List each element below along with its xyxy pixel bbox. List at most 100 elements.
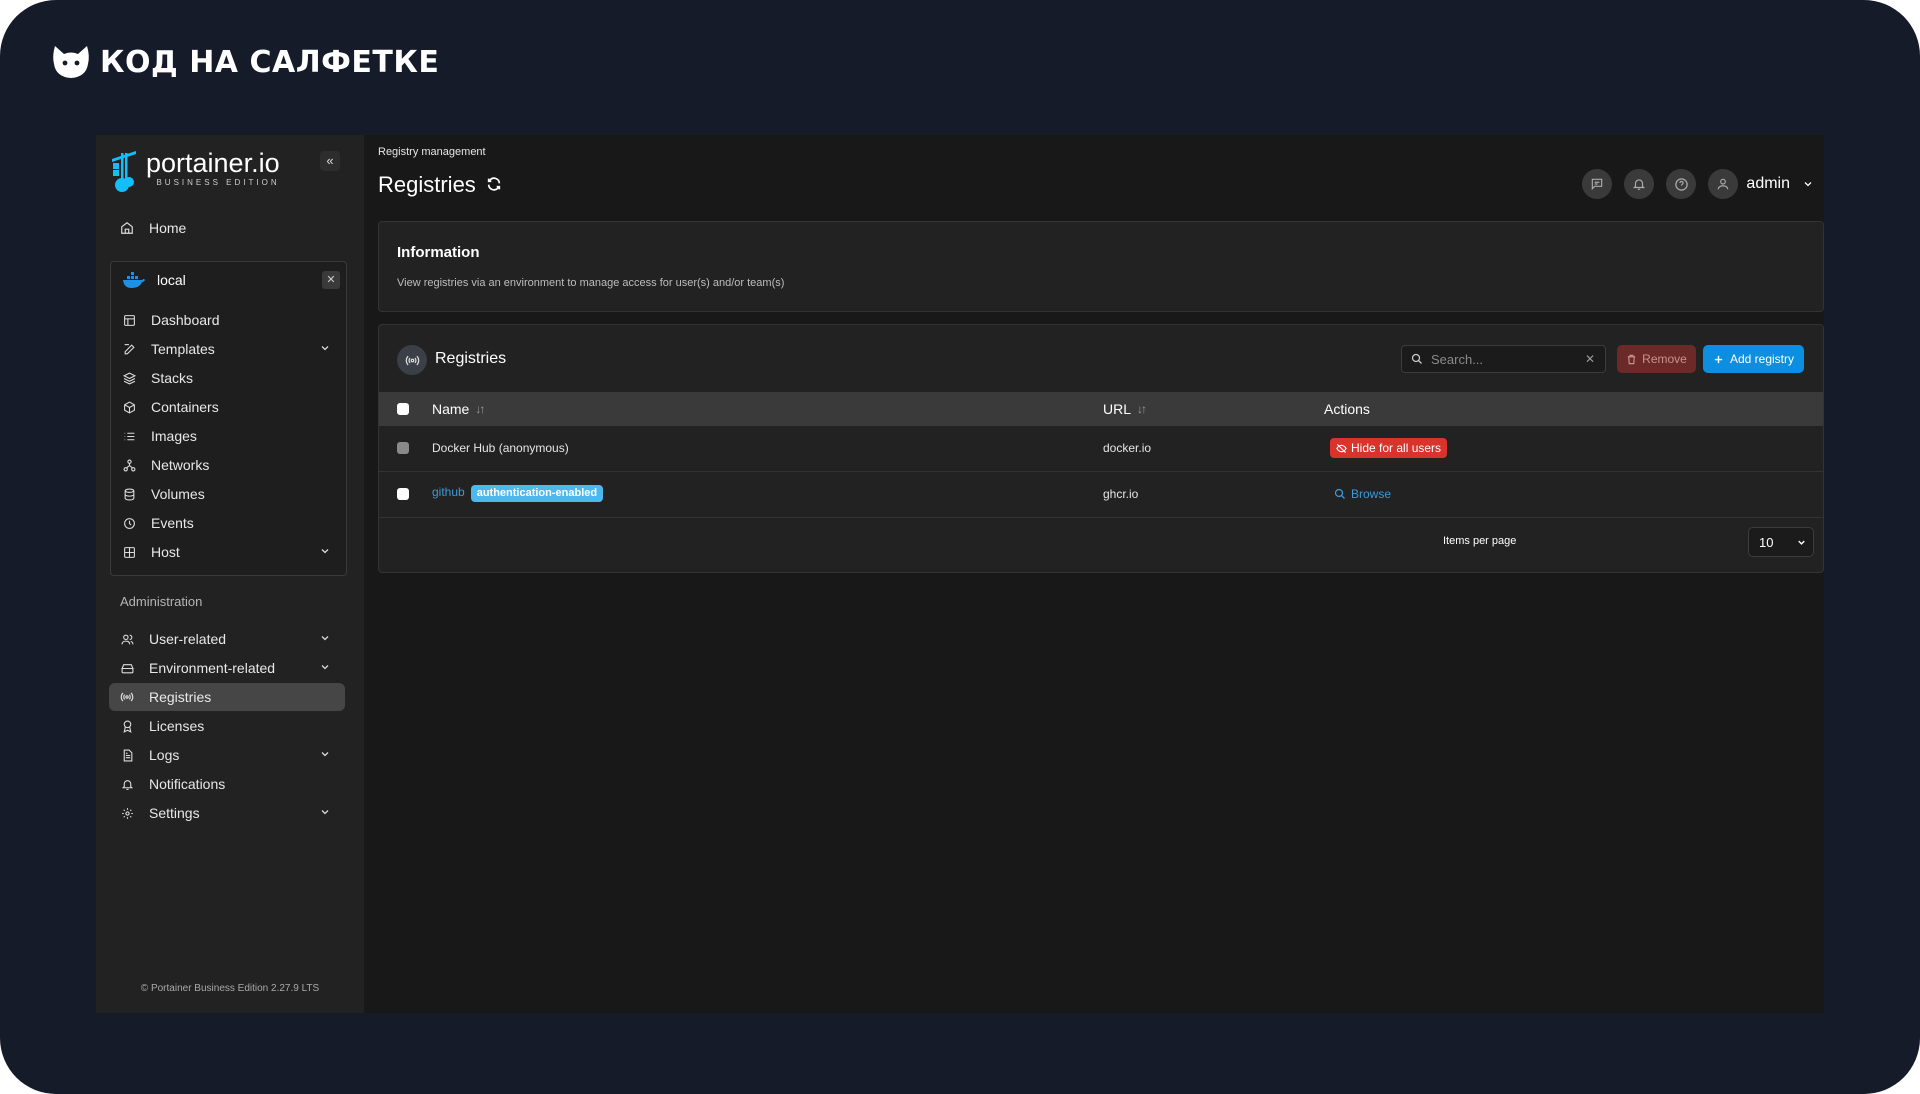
sidebar-item-label: Volumes [151, 486, 205, 502]
column-label: Actions [1324, 401, 1370, 417]
radio-icon [119, 689, 135, 705]
sidebar-item-label: Events [151, 515, 194, 531]
add-registry-button[interactable]: Add registry [1703, 345, 1804, 373]
sidebar-item-logs[interactable]: Logs [109, 741, 345, 769]
dashboard-icon [121, 312, 137, 328]
information-text: View registries via an environment to ma… [397, 277, 785, 289]
sidebar-item-dashboard[interactable]: Dashboard [111, 306, 345, 334]
sidebar-item-label: User-related [149, 631, 227, 647]
environment-panel: local ✕ Dashboard Templates Stacks Conta… [110, 261, 347, 576]
hide-for-all-users-button[interactable]: Hide for all users [1330, 438, 1448, 458]
chevron-down-icon [1798, 540, 1805, 545]
column-header-name[interactable]: Name ↓↑ [432, 401, 485, 417]
chevron-down-icon [319, 660, 331, 676]
breadcrumb[interactable]: Registry management [378, 146, 486, 158]
sidebar-item-templates[interactable]: Templates [111, 335, 345, 363]
collapse-sidebar-button[interactable]: « [320, 151, 340, 171]
network-icon [121, 457, 137, 473]
brand-watermark: КОД НА САЛФЕТКЕ [52, 44, 439, 80]
chevron-down-icon [319, 747, 331, 763]
help-circle-icon [1675, 177, 1688, 191]
items-per-page-value: 10 [1759, 534, 1774, 550]
app-window: portainer.io BUSINESS EDITION « Home loc… [96, 135, 1824, 1013]
browse-label: Browse [1351, 487, 1392, 501]
select-all-checkbox[interactable] [397, 403, 409, 415]
items-per-page-select[interactable]: 10 [1748, 527, 1814, 557]
portainer-logo[interactable]: portainer.io BUSINESS EDITION [110, 149, 280, 193]
trash-icon [1627, 354, 1636, 364]
close-environment-button[interactable]: ✕ [322, 271, 340, 289]
box-icon [121, 399, 137, 415]
column-header-actions: Actions [1324, 401, 1370, 417]
row-checkbox[interactable] [397, 488, 409, 500]
sidebar-item-label: Notifications [149, 776, 226, 792]
sidebar-item-volumes[interactable]: Volumes [111, 480, 345, 508]
registries-header-icon [397, 345, 427, 375]
sidebar: portainer.io BUSINESS EDITION « Home loc… [96, 135, 364, 1013]
chevron-down-icon[interactable] [1802, 178, 1814, 190]
sidebar-item-licenses[interactable]: Licenses [109, 712, 345, 740]
search-input[interactable] [1429, 350, 1583, 368]
version-footer: © Portainer Business Edition 2.27.9 LTS [140, 983, 320, 994]
registry-name-link[interactable]: github [432, 485, 465, 499]
edit-icon [121, 341, 137, 357]
logo-subtitle: BUSINESS EDITION [156, 178, 280, 187]
sidebar-item-host[interactable]: Host [111, 538, 345, 566]
help-button[interactable] [1666, 169, 1697, 199]
sidebar-item-label: Settings [149, 805, 200, 821]
sidebar-item-label: Logs [149, 747, 180, 763]
hard-drive-icon [119, 660, 135, 676]
sidebar-item-containers[interactable]: Containers [111, 393, 345, 421]
list-icon [121, 428, 137, 444]
information-panel: Information View registries via an envir… [378, 221, 1824, 312]
eye-off-icon [1336, 443, 1347, 453]
sidebar-item-home[interactable]: Home [109, 214, 345, 242]
browse-link[interactable]: Browse [1334, 487, 1391, 501]
sidebar-item-notifications[interactable]: Notifications [109, 770, 345, 798]
sidebar-item-environment-related[interactable]: Environment-related [109, 654, 345, 682]
sidebar-item-stacks[interactable]: Stacks [111, 364, 345, 392]
sidebar-item-label: Dashboard [151, 312, 220, 328]
user-menu-name[interactable]: admin [1746, 175, 1790, 193]
avatar[interactable] [1708, 169, 1739, 199]
sidebar-item-user-related[interactable]: User-related [109, 625, 345, 653]
sidebar-item-settings[interactable]: Settings [109, 799, 345, 827]
radio-icon [405, 355, 419, 365]
sidebar-item-networks[interactable]: Networks [111, 451, 345, 479]
sidebar-item-label: Home [149, 220, 187, 236]
database-icon [121, 486, 137, 502]
sidebar-item-events[interactable]: Events [111, 509, 345, 537]
column-label: Name [432, 401, 470, 417]
refresh-icon[interactable] [486, 172, 502, 198]
sidebar-item-label: Templates [151, 341, 215, 357]
action-label: Hide for all users [1351, 441, 1442, 455]
sidebar-item-registries[interactable]: Registries [109, 683, 345, 711]
plus-icon [1714, 355, 1723, 363]
bell-icon [1633, 179, 1646, 190]
logo-title: portainer.io [146, 148, 280, 178]
users-icon [119, 631, 135, 647]
row-checkbox [397, 442, 409, 454]
registries-table-title: Registries [435, 350, 507, 367]
items-per-page-label: Items per page [1443, 535, 1517, 547]
file-text-icon [119, 747, 135, 763]
notifications-button[interactable] [1624, 169, 1655, 199]
chevron-down-icon [319, 341, 331, 357]
feedback-button[interactable] [1582, 169, 1613, 199]
information-title: Information [397, 244, 480, 261]
environment-header[interactable]: local [123, 272, 186, 288]
sidebar-item-label: Stacks [151, 370, 194, 386]
sidebar-item-label: Networks [151, 457, 210, 473]
chevron-down-icon [319, 631, 331, 647]
chevron-down-icon [319, 805, 331, 821]
sidebar-item-images[interactable]: Images [111, 422, 345, 450]
remove-button-label: Remove [1642, 352, 1687, 366]
sort-icon: ↓↑ [1137, 402, 1147, 416]
sidebar-item-label: Registries [149, 689, 212, 705]
column-label: URL [1103, 401, 1132, 417]
sidebar-item-label: Images [151, 428, 197, 444]
page-title: Registries [378, 172, 502, 198]
clear-search-icon[interactable]: ✕ [1585, 352, 1595, 366]
column-header-url[interactable]: URL ↓↑ [1103, 401, 1147, 417]
remove-button[interactable]: Remove [1617, 345, 1696, 373]
